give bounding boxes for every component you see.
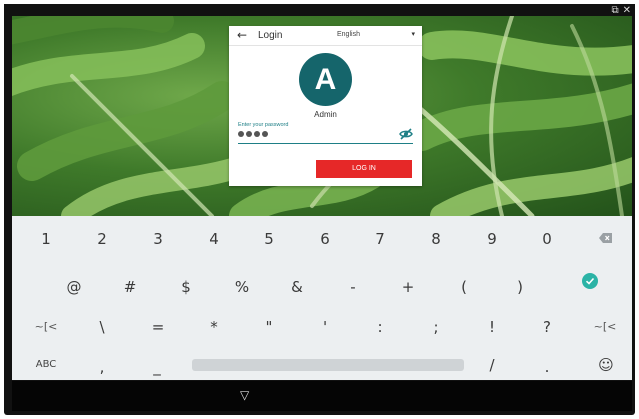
key-row2-6[interactable]: +	[388, 273, 428, 301]
key-row1-9[interactable]: 0	[527, 225, 567, 253]
key-row3-10[interactable]: ~[<	[585, 313, 625, 341]
key-row1-5[interactable]: 6	[305, 225, 345, 253]
done-key[interactable]	[582, 273, 598, 289]
key-comma[interactable]: ,	[82, 353, 122, 381]
key-row1-8[interactable]: 9	[472, 225, 512, 253]
backspace-key[interactable]	[585, 225, 625, 253]
key-row1-6[interactable]: 7	[360, 225, 400, 253]
dropdown-arrow-icon: ▾	[411, 31, 415, 38]
key-row2-2[interactable]: $	[166, 273, 206, 301]
emoji-key[interactable]: ☺	[586, 351, 626, 379]
password-dot	[254, 131, 260, 137]
avatar: A	[299, 53, 352, 106]
key-row3-1[interactable]: \	[82, 313, 122, 341]
login-dialog: ← Login English ▾ A Admin Enter your pas…	[229, 26, 422, 186]
navigation-bar: ▽	[12, 381, 632, 411]
key-row1-7[interactable]: 8	[416, 225, 456, 253]
login-title: Login	[258, 30, 283, 41]
key-row2-3[interactable]: %	[222, 273, 262, 301]
key-row3-7[interactable]: ;	[416, 313, 456, 341]
key-row1-2[interactable]: 3	[138, 225, 178, 253]
password-dot	[238, 131, 244, 137]
key-row3-4[interactable]: "	[249, 313, 289, 341]
key-row2-5[interactable]: -	[333, 273, 373, 301]
key-row2-8[interactable]: )	[500, 273, 540, 301]
key-slash[interactable]: /	[472, 351, 512, 379]
device-screen: ← Login English ▾ A Admin Enter your pas…	[12, 16, 632, 381]
key-row2-4[interactable]: &	[277, 273, 317, 301]
password-label: Enter your password	[238, 122, 289, 128]
user-name: Admin	[314, 110, 337, 119]
key-row1-0[interactable]: 1	[26, 225, 66, 253]
login-header: ← Login English ▾	[229, 26, 422, 46]
spacebar[interactable]	[192, 359, 464, 371]
password-field[interactable]	[238, 128, 413, 144]
key-row3-2[interactable]: =	[138, 313, 178, 341]
key-row3-5[interactable]: '	[305, 313, 345, 341]
key-row2-0[interactable]: @	[54, 273, 94, 301]
key-row1-3[interactable]: 4	[194, 225, 234, 253]
key-row1-1[interactable]: 2	[82, 225, 122, 253]
key-row3-3[interactable]: *	[194, 313, 234, 341]
password-dots	[238, 131, 268, 137]
password-dot	[262, 131, 268, 137]
eye-off-icon[interactable]	[399, 128, 413, 140]
key-underscore[interactable]: _	[137, 353, 177, 381]
onscreen-keyboard: 1234567890 @ # $% & - + () ~[< \ = * " ':;!? ~[< ABC…	[12, 216, 632, 380]
key-row3-8[interactable]: !	[472, 313, 512, 341]
login-button[interactable]: LOG IN	[316, 160, 412, 178]
key-abc[interactable]: ABC	[26, 351, 66, 379]
language-dropdown[interactable]: English ▾	[337, 30, 415, 42]
backspace-icon	[599, 233, 612, 243]
key-row3-9[interactable]: ?	[527, 313, 567, 341]
password-dot	[246, 131, 252, 137]
nav-back-icon[interactable]: ▽	[240, 388, 249, 402]
key-row3-0[interactable]: ~[<	[26, 313, 66, 341]
language-value: English	[337, 31, 360, 38]
key-row3-6[interactable]: :	[360, 313, 400, 341]
key-row2-1[interactable]: #	[110, 273, 150, 301]
key-row1-4[interactable]: 5	[249, 225, 289, 253]
key-row2-7[interactable]: (	[444, 273, 484, 301]
key-period[interactable]: .	[527, 353, 567, 381]
back-arrow-icon[interactable]: ←	[237, 28, 247, 42]
check-icon	[585, 277, 595, 285]
